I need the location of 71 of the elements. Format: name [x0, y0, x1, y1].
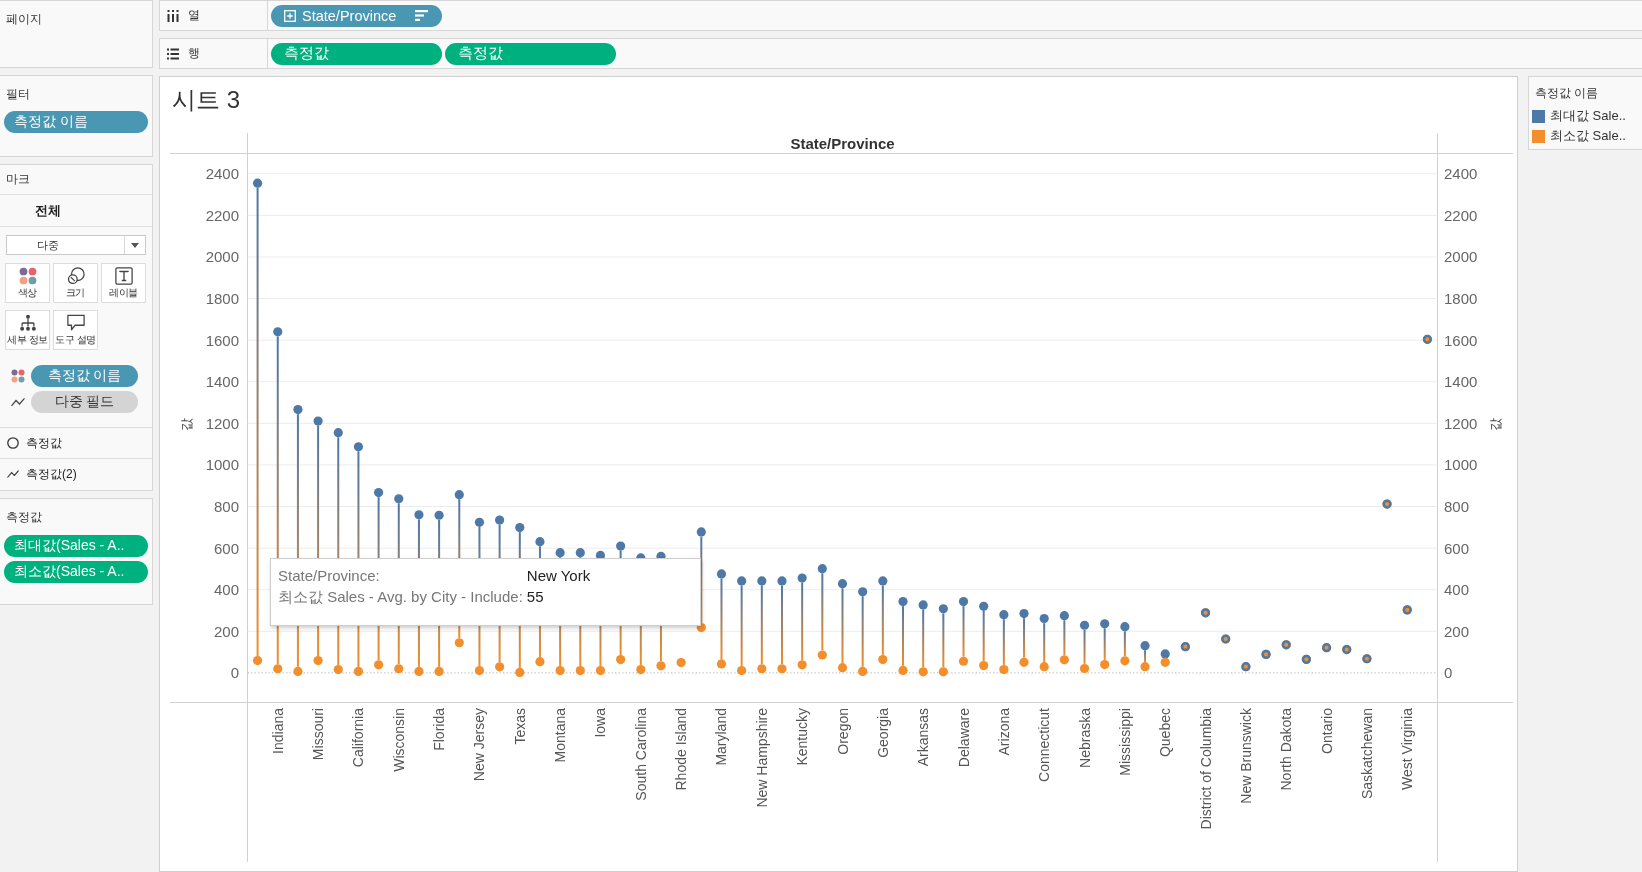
category-label: New Jersey: [471, 708, 488, 782]
category-label: West Virginia: [1399, 708, 1416, 790]
shelf-label: 열: [188, 7, 200, 24]
card-title: 필터: [6, 86, 30, 103]
category-label: Nebraska: [1076, 708, 1093, 768]
axis-tick-label: 800: [1444, 498, 1470, 515]
category-label: Arizona: [995, 708, 1012, 756]
axis-tick-label: 2000: [1444, 248, 1478, 266]
sheet-title: 시트 3: [172, 85, 240, 115]
axis-tick-label: 2400: [1444, 165, 1478, 183]
category-label: New Brunswick: [1237, 708, 1254, 804]
card-title: 페이지: [6, 11, 42, 28]
tooltip-label: 최소값 Sales - Avg. by City - Include:: [278, 588, 523, 607]
tooltip-value: 55: [526, 588, 545, 607]
axis-tick-label: 0: [230, 664, 239, 682]
axis-tick-label: 1400: [205, 373, 239, 391]
axis-tick-label: 2200: [205, 206, 239, 224]
axis-tick-label: 0: [1444, 664, 1453, 682]
axis-tick-label: 1000: [205, 456, 239, 474]
category-label: Montana: [552, 708, 569, 763]
category-label: North Dakota: [1278, 708, 1295, 791]
category-label: Saskatchewan: [1358, 708, 1375, 800]
legend-title: 측정값 이름: [1535, 85, 1599, 102]
category-label: Ontario: [1318, 708, 1335, 754]
card-title: 측정값: [6, 509, 42, 526]
category-label: Wisconsin: [390, 708, 407, 772]
category-label: Missouri: [310, 708, 327, 761]
category-label: Rhode Island: [673, 708, 690, 791]
category-label: Connecticut: [1036, 708, 1053, 782]
axis-title: 값: [1487, 417, 1503, 431]
marks-layer-title: 전체: [35, 201, 61, 220]
axis-tick-label: 1600: [205, 331, 239, 349]
category-label: Maryland: [713, 708, 730, 766]
category-label: South Carolina: [632, 708, 649, 801]
axis-tick-label: 1600: [1444, 331, 1478, 349]
category-label: Oregon: [834, 708, 851, 755]
axis-tick-label: 2400: [205, 165, 239, 183]
category-label: California: [350, 708, 367, 768]
axis-tick-label: 1200: [205, 414, 239, 432]
axis-tick-label: 800: [213, 498, 239, 515]
axis-tick-label: 1400: [1444, 373, 1478, 391]
column-header: State/Province: [790, 134, 895, 152]
axis-tick-label: 600: [1444, 539, 1470, 557]
category-label: Texas: [511, 708, 528, 745]
axis-title: 값: [178, 417, 194, 431]
tooltip-label: State/Province:: [278, 567, 381, 584]
axis-tick-label: 1800: [1444, 290, 1478, 308]
category-label: Georgia: [874, 708, 891, 758]
category-label: Iowa: [592, 708, 609, 738]
axis-tick-label: 200: [213, 622, 239, 640]
category-label: Florida: [431, 708, 448, 751]
tooltip-value: New York: [526, 567, 591, 584]
category-label: Delaware: [955, 708, 972, 768]
category-label: New Hampshire: [753, 708, 770, 808]
axis-tick-label: 400: [1444, 581, 1470, 599]
axis-tick-label: 2200: [1444, 206, 1478, 224]
card-title: 마크: [6, 171, 30, 188]
category-label: Kentucky: [794, 708, 811, 766]
axis-tick-label: 1000: [1444, 456, 1478, 474]
axis-tick-label: 200: [1444, 622, 1470, 640]
shelf-label: 행: [188, 45, 200, 62]
axis-tick-label: 600: [213, 539, 239, 557]
category-label: Arkansas: [915, 708, 932, 767]
category-label: District of Columbia: [1197, 708, 1214, 830]
axis-tick-label: 1200: [1444, 414, 1478, 432]
category-label: Quebec: [1157, 708, 1174, 758]
axis-tick-label: 400: [213, 581, 239, 599]
category-label: Mississippi: [1116, 708, 1133, 776]
axis-tick-label: 1800: [205, 290, 239, 308]
axis-tick-label: 2000: [205, 248, 239, 266]
category-label: Indiana: [269, 708, 286, 754]
